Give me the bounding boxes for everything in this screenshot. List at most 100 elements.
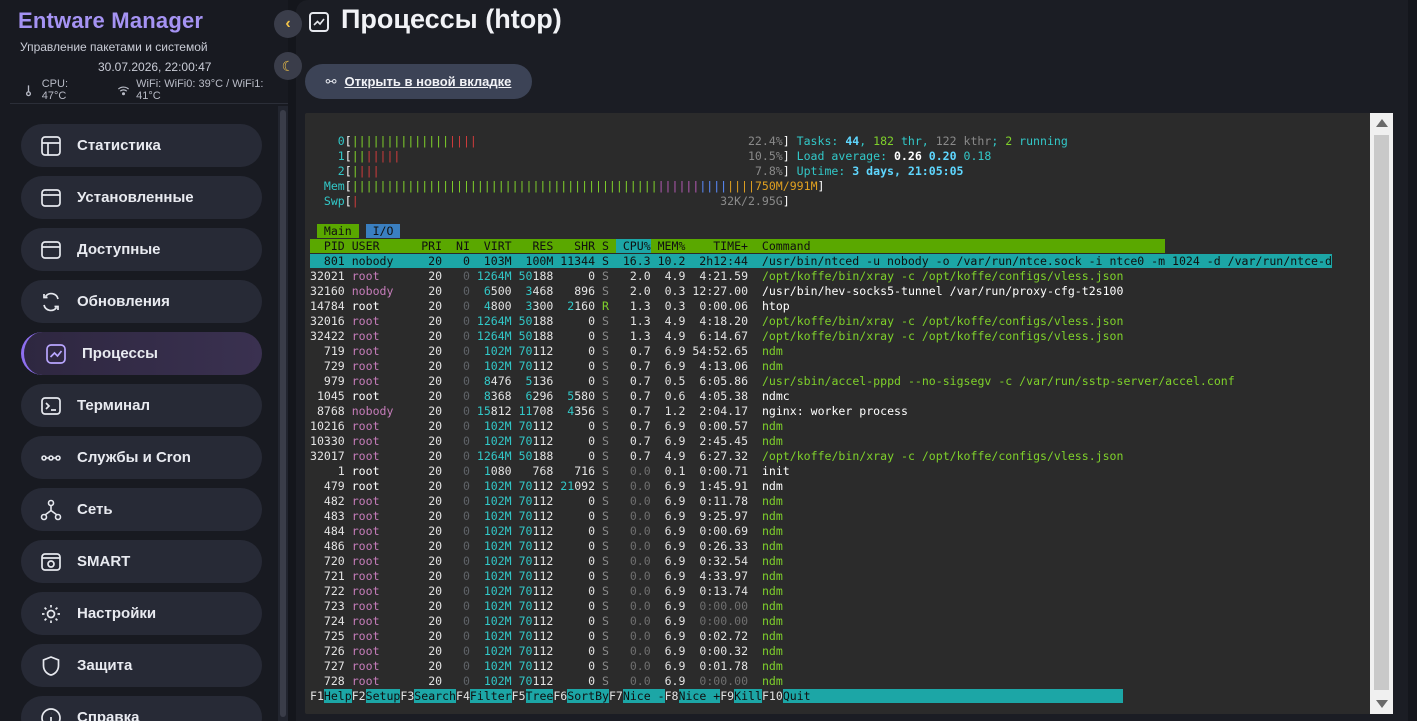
term-text — [609, 614, 616, 628]
cpu-cell: 0.7 — [615, 359, 651, 373]
state-cell: S — [602, 479, 609, 493]
fkey-label-f3[interactable]: Search — [414, 689, 457, 703]
state-cell: S — [602, 314, 609, 328]
open-new-tab-button[interactable]: ⚯ Открыть в новой вкладке — [305, 64, 532, 99]
term-text — [609, 449, 616, 463]
process-table-header: PID USER PRI NI VIRT RES SHR S CPU% MEM%… — [310, 239, 1332, 254]
sidebar-item-smart[interactable]: SMART — [21, 540, 262, 583]
fkey-label-f1[interactable]: Help — [323, 689, 352, 703]
cpu-cell: 0.0 — [615, 599, 651, 613]
time-cell: 0:00.00 — [685, 674, 749, 688]
table-row[interactable]: 801 nobody 20 0 103M 100M 11344 S 16.3 1… — [310, 254, 1332, 269]
theme-toggle-button[interactable]: ☾ — [274, 52, 302, 80]
fkey-label-f2[interactable]: Setup — [365, 689, 401, 703]
table-row[interactable]: 1 root 20 0 1080 768 716 S 0.0 0.1 0:00.… — [310, 464, 1332, 479]
fkey-label-f9[interactable]: Kill — [734, 689, 762, 703]
term-text — [310, 224, 317, 238]
tab-main[interactable]: Main — [316, 224, 359, 238]
table-row[interactable]: 725 root 20 0 102M 70112 0 S 0.0 6.9 0:0… — [310, 629, 1332, 644]
sidebar-scrollbar-thumb[interactable] — [280, 110, 286, 717]
table-row[interactable]: 32021 root 20 0 1264M 50188 0 S 2.0 4.9 … — [310, 269, 1332, 284]
table-row[interactable]: 32422 root 20 0 1264M 50188 0 S 1.3 4.9 … — [310, 329, 1332, 344]
table-row[interactable]: 32160 nobody 20 0 6500 3468 896 S 2.0 0.… — [310, 284, 1332, 299]
terminal-scrollbar-thumb[interactable] — [1374, 135, 1389, 690]
virt-cell: 102M — [469, 674, 512, 688]
sidebar-item-statistics[interactable]: Статистика — [21, 124, 262, 167]
table-row[interactable]: 479 root 20 0 102M 70112 21092 S 0.0 6.9… — [310, 479, 1332, 494]
table-row[interactable]: 482 root 20 0 102M 70112 0 S 0.0 6.9 0:1… — [310, 494, 1332, 509]
table-row[interactable]: 486 root 20 0 102M 70112 0 S 0.0 6.9 0:2… — [310, 539, 1332, 554]
fkey-label-f7[interactable]: Nice - — [622, 689, 665, 703]
sidebar-item-protection[interactable]: Защита — [21, 644, 262, 687]
fkey-label-f8[interactable]: Nice + — [678, 689, 721, 703]
brand-subtitle: Управление пакетами и системой — [20, 40, 208, 54]
table-row[interactable]: 484 root 20 0 102M 70112 0 S 0.0 6.9 0:0… — [310, 524, 1332, 539]
sidebar-item-available[interactable]: Доступные — [21, 228, 262, 271]
term-text — [922, 149, 929, 163]
term-text — [748, 284, 762, 298]
term-text — [748, 329, 762, 343]
table-row[interactable]: 720 root 20 0 102M 70112 0 S 0.0 6.9 0:3… — [310, 554, 1332, 569]
table-row[interactable]: 728 root 20 0 102M 70112 0 S 0.0 6.9 0:0… — [310, 674, 1332, 689]
cpu-cell: 0.7 — [615, 434, 651, 448]
sidebar-item-terminal[interactable]: Терминал — [21, 384, 262, 427]
term-text — [748, 419, 762, 433]
table-row[interactable]: 722 root 20 0 102M 70112 0 S 0.0 6.9 0:1… — [310, 584, 1332, 599]
mem-cell: 6.9 — [650, 644, 686, 658]
collapse-sidebar-button[interactable]: ‹ — [274, 10, 302, 38]
scroll-up-icon[interactable] — [1376, 119, 1388, 127]
state-cell: S — [602, 284, 609, 298]
fkey-f10: F10 — [761, 689, 783, 703]
sidebar-item-installed[interactable]: Установленные — [21, 176, 262, 219]
fkey-label-f10[interactable]: Quit — [782, 689, 1124, 703]
mem-bar-cache: |||| — [727, 179, 755, 193]
pid-cell: 727 — [310, 659, 352, 673]
table-row[interactable]: 726 root 20 0 102M 70112 0 S 0.0 6.9 0:0… — [310, 644, 1332, 659]
fkey-label-f6[interactable]: SortBy — [567, 689, 609, 703]
fkey-label-f4[interactable]: Filter — [469, 689, 512, 703]
pid-cell: 722 — [310, 584, 352, 598]
state-cell: S — [602, 419, 609, 433]
table-row[interactable]: 729 root 20 0 102M 70112 0 S 0.7 6.9 4:1… — [310, 359, 1332, 374]
table-row[interactable]: 723 root 20 0 102M 70112 0 S 0.0 6.9 0:0… — [310, 599, 1332, 614]
sidebar-item-help[interactable]: Справка — [21, 696, 262, 721]
sidebar-item-settings[interactable]: Настройки — [21, 592, 262, 635]
scroll-down-icon[interactable] — [1376, 700, 1388, 708]
term-text — [748, 524, 762, 538]
table-row[interactable]: 979 root 20 0 8476 5136 0 S 0.7 0.5 6:05… — [310, 374, 1332, 389]
table-row[interactable]: 32016 root 20 0 1264M 50188 0 S 1.3 4.9 … — [310, 314, 1332, 329]
cpu-cell: 0.0 — [615, 479, 651, 493]
table-row[interactable]: 721 root 20 0 102M 70112 0 S 0.0 6.9 4:3… — [310, 569, 1332, 584]
pri-cell: 20 — [414, 344, 443, 358]
sidebar-item-updates[interactable]: Обновления — [21, 280, 262, 323]
user-cell: root — [351, 539, 415, 553]
table-row[interactable]: 8768 nobody 20 0 15812 11708 4356 S 0.7 … — [310, 404, 1332, 419]
table-row[interactable]: 10330 root 20 0 102M 70112 0 S 0.7 6.9 2… — [310, 434, 1332, 449]
table-row[interactable]: 727 root 20 0 102M 70112 0 S 0.0 6.9 0:0… — [310, 659, 1332, 674]
terminal-scrollbar[interactable] — [1370, 113, 1393, 714]
table-row[interactable]: 32017 root 20 0 1264M 50188 0 S 0.7 4.9 … — [310, 449, 1332, 464]
res-cell: 300 — [532, 299, 554, 313]
fkey-label-f5[interactable]: Tree — [525, 689, 554, 703]
table-row[interactable]: 483 root 20 0 102M 70112 0 S 0.0 6.9 9:2… — [310, 509, 1332, 524]
res-cell: 188 — [532, 329, 554, 343]
table-row[interactable]: 1045 root 20 0 8368 6296 5580 S 0.7 0.6 … — [310, 389, 1332, 404]
term-text — [609, 659, 616, 673]
tab-io[interactable]: I/O — [365, 224, 401, 238]
brand-title: Entware Manager — [18, 8, 204, 33]
user-cell: root — [351, 599, 415, 613]
time-cell: 0:00.71 — [685, 464, 749, 478]
sidebar-item-processes[interactable]: Процессы — [21, 332, 262, 375]
table-row[interactable]: 724 root 20 0 102M 70112 0 S 0.0 6.9 0:0… — [310, 614, 1332, 629]
sidebar-item-services-cron[interactable]: Службы и Cron — [21, 436, 262, 479]
table-row[interactable]: 719 root 20 0 102M 70112 0 S 0.7 6.9 54:… — [310, 344, 1332, 359]
sidebar-scrollbar[interactable] — [278, 106, 288, 721]
shr-cell: 0 — [553, 329, 596, 343]
term-text — [609, 434, 616, 448]
pri-cell: 20 — [414, 494, 443, 508]
table-row[interactable]: 10216 root 20 0 102M 70112 0 S 0.7 6.9 0… — [310, 419, 1332, 434]
shield-icon — [39, 654, 63, 678]
sidebar-item-network[interactable]: Сеть — [21, 488, 262, 531]
table-row[interactable]: 14784 root 20 0 4800 3300 2160 R 1.3 0.3… — [310, 299, 1332, 314]
htop-terminal[interactable]: 0[|||||||||||||||||| 22.4%] Tasks: 44, 1… — [305, 113, 1393, 714]
